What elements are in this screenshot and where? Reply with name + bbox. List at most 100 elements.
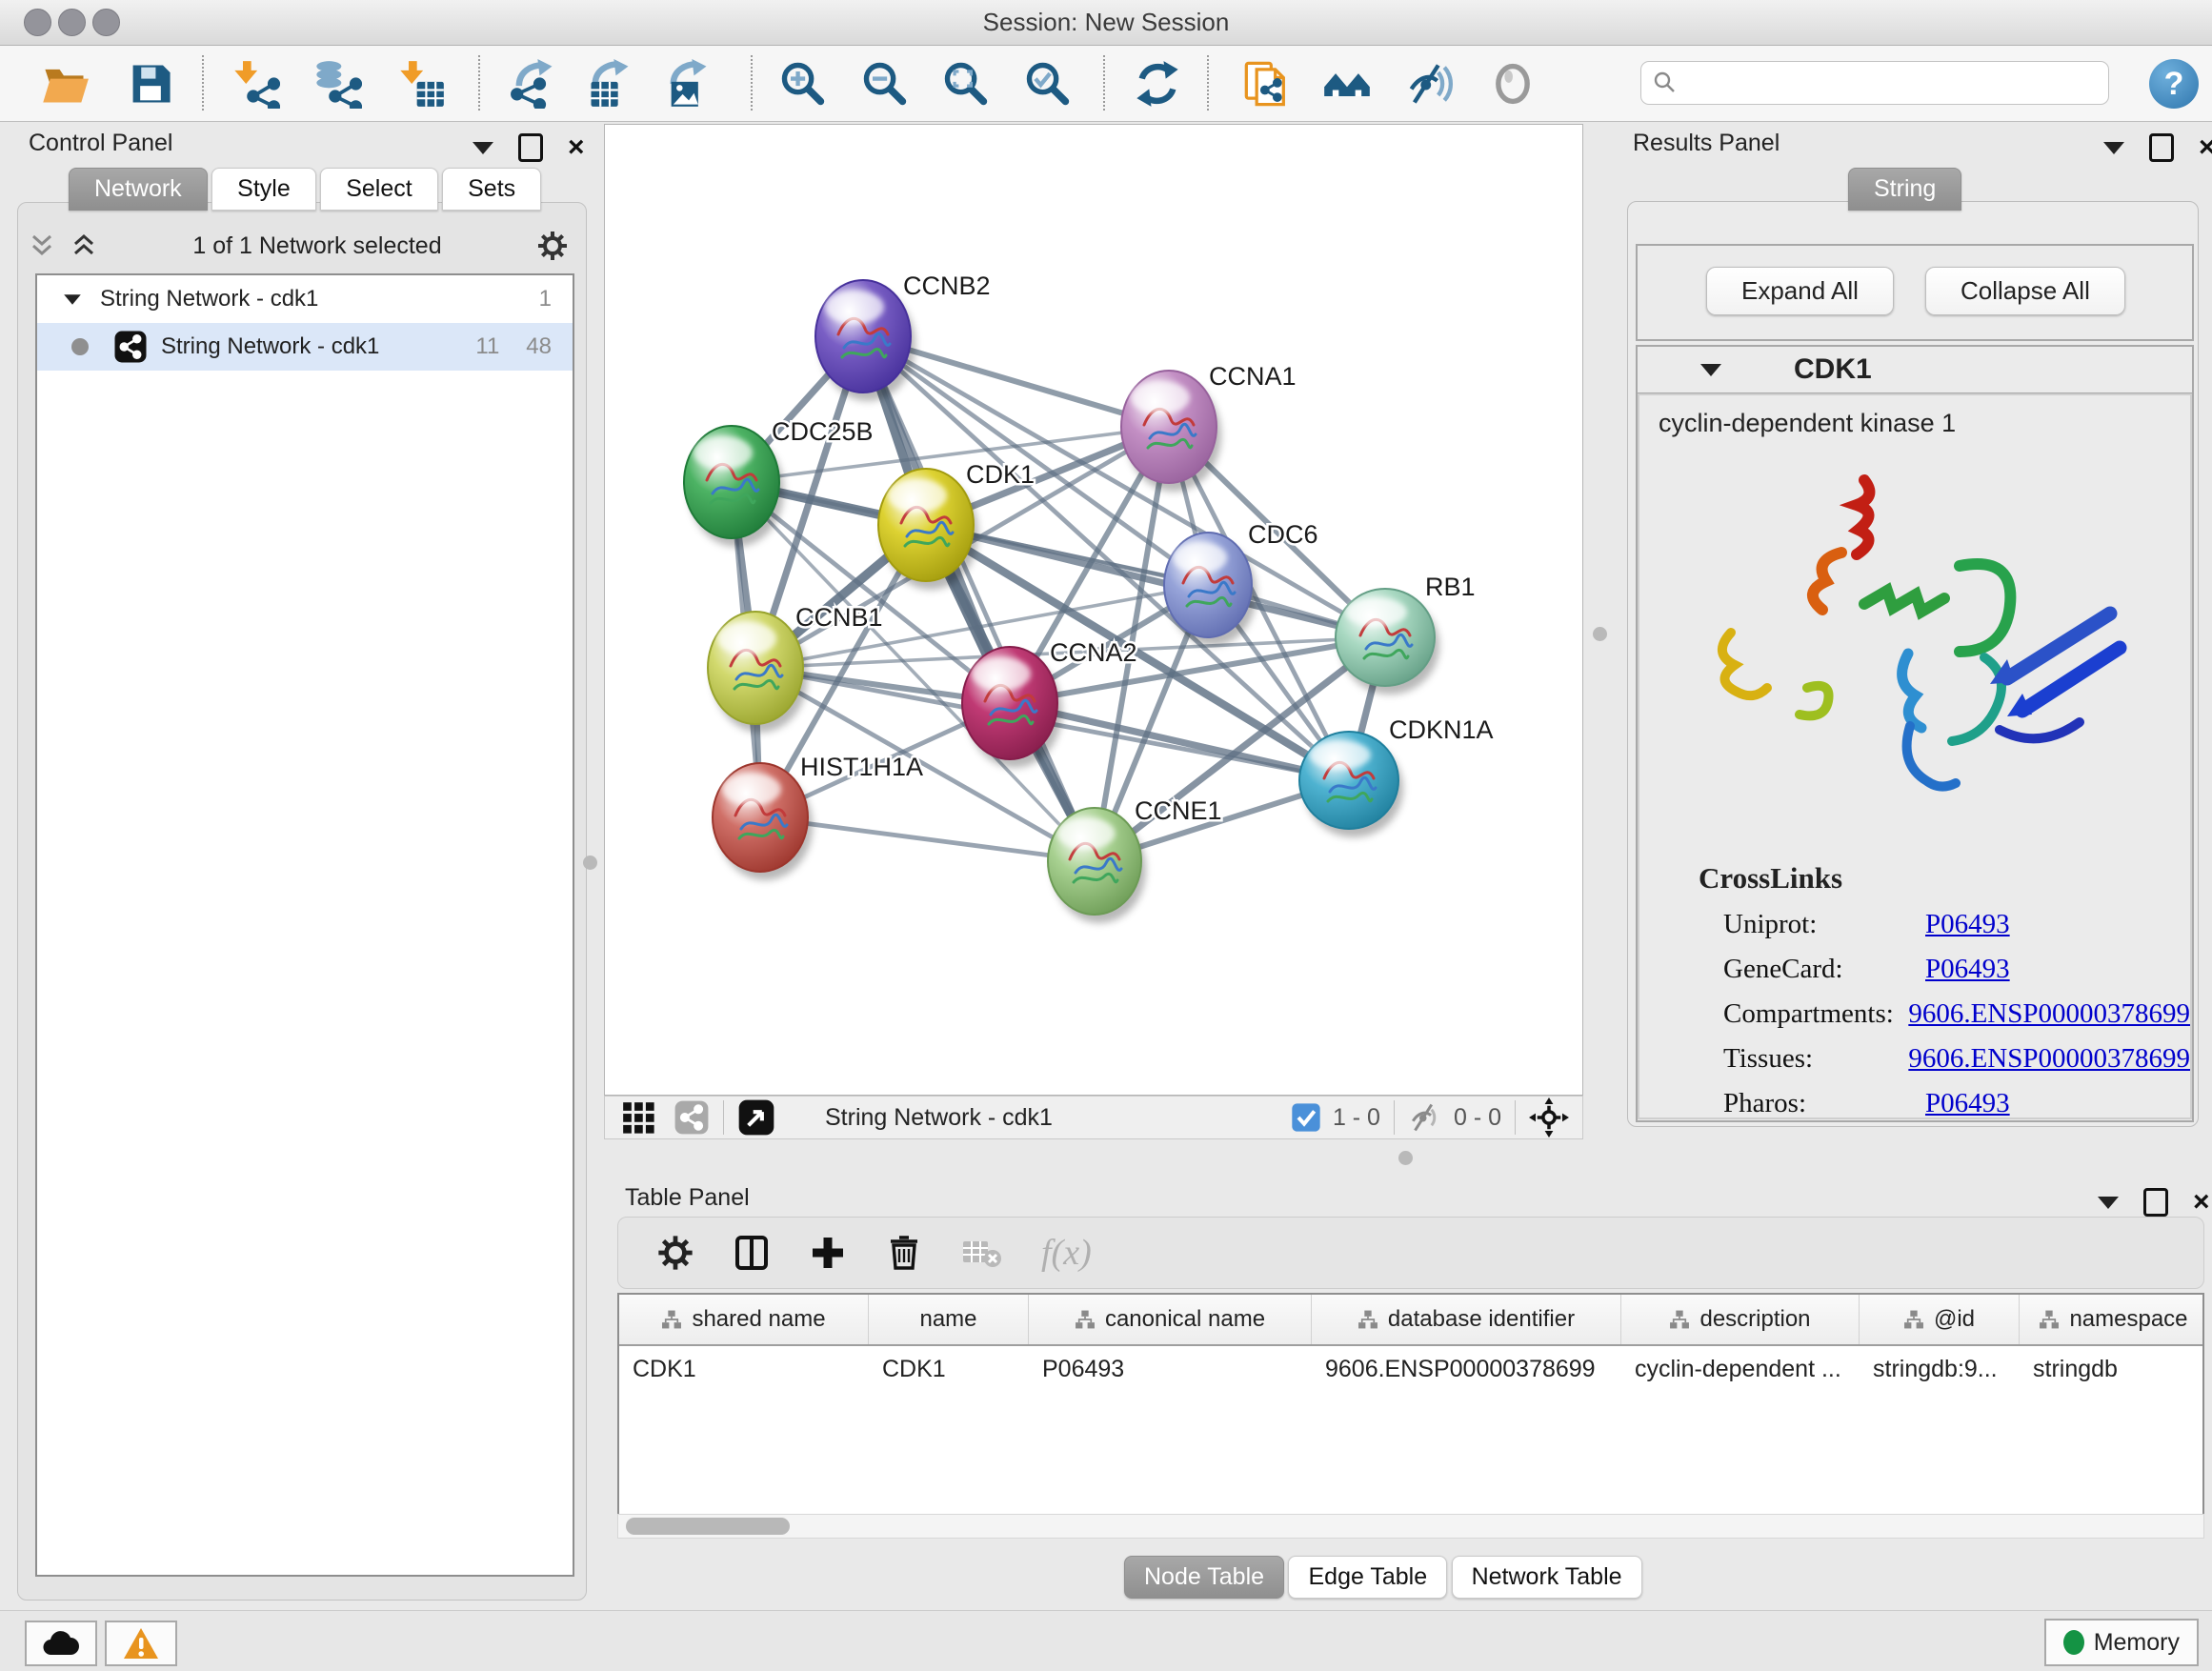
column-header-description[interactable]: description	[1621, 1295, 1860, 1344]
tab-style[interactable]: Style	[211, 168, 316, 211]
table-gear-icon[interactable]	[656, 1234, 694, 1272]
tab-node-table[interactable]: Node Table	[1124, 1556, 1284, 1599]
network-canvas[interactable]: CCNB2CCNA1CDC25BCDK1CDC6RB1CCNB1CCNA2CDK…	[604, 124, 1583, 1096]
expand-all-icon[interactable]	[70, 232, 98, 259]
crosslink-link[interactable]: 9606.ENSP00000378699	[1908, 998, 2190, 1030]
tab-network[interactable]: Network	[69, 168, 208, 211]
string-document-icon[interactable]	[1242, 59, 1292, 109]
network-node-hist1h1a[interactable]: HIST1H1A	[713, 753, 923, 880]
network-selection-row: 1 of 1 Network selected	[28, 224, 576, 268]
section-expander-icon[interactable]	[1700, 364, 1721, 376]
export-table-icon[interactable]	[585, 59, 634, 109]
gene-section-header[interactable]: CDK1	[1638, 347, 2192, 393]
network-row[interactable]: String Network - cdk1 11 48	[37, 323, 573, 371]
crosslink-link[interactable]: P06493	[1925, 954, 2010, 985]
tab-select[interactable]: Select	[320, 168, 437, 211]
tab-edge-table[interactable]: Edge Table	[1288, 1556, 1447, 1599]
panel-close-icon[interactable]: ×	[2199, 136, 2212, 159]
warnings-button[interactable]	[105, 1621, 177, 1666]
eye-icon[interactable]	[1488, 59, 1538, 109]
table-cell[interactable]: CDK1	[869, 1356, 1029, 1383]
tab-sets[interactable]: Sets	[442, 168, 541, 211]
panel-close-icon[interactable]: ×	[568, 136, 585, 159]
column-header-database-identifier[interactable]: database identifier	[1312, 1295, 1621, 1344]
export-network-icon[interactable]	[509, 59, 558, 109]
network-node-cdc25b[interactable]: CDC25B	[684, 417, 874, 547]
zoom-fit-icon[interactable]	[941, 59, 991, 109]
column-header-canonical-name[interactable]: canonical name	[1029, 1295, 1312, 1344]
hidden-eye-icon[interactable]	[1408, 1100, 1442, 1135]
network-node-ccnb1[interactable]: CCNB1	[708, 603, 883, 733]
network-node-ccna1[interactable]: CCNA1	[1121, 362, 1297, 492]
save-session-icon[interactable]	[126, 59, 175, 109]
network-node-rb1[interactable]: RB1	[1336, 573, 1476, 695]
delete-column-icon[interactable]	[885, 1234, 923, 1272]
help-icon[interactable]: ?	[2149, 59, 2199, 109]
selected-checkbox-icon[interactable]	[1291, 1102, 1321, 1133]
crosslink-link[interactable]: P06493	[1925, 909, 2010, 940]
tree-expander-icon[interactable]	[64, 294, 81, 304]
home-icon[interactable]	[1322, 59, 1372, 109]
network-edge[interactable]	[863, 336, 1095, 861]
panel-close-icon[interactable]: ×	[2193, 1191, 2210, 1214]
panel-float-icon[interactable]	[2103, 142, 2124, 154]
zoom-in-icon[interactable]	[778, 59, 828, 109]
tab-network-table[interactable]: Network Table	[1452, 1556, 1642, 1599]
show-columns-icon[interactable]	[733, 1234, 771, 1272]
export-image-icon[interactable]	[663, 59, 713, 109]
table-cell[interactable]: stringdb	[2020, 1356, 2204, 1383]
tab-string[interactable]: String	[1848, 168, 1961, 211]
node-table[interactable]: shared namenamecanonical namedatabase id…	[617, 1293, 2204, 1537]
table-cell[interactable]: stringdb:9...	[1860, 1356, 2020, 1383]
panel-maximize-icon[interactable]	[2149, 133, 2174, 162]
search-input[interactable]	[1640, 61, 2109, 105]
scrollbar-thumb[interactable]	[626, 1518, 790, 1535]
network-node-ccnb2[interactable]: CCNB2	[815, 272, 991, 401]
table-cell[interactable]: P06493	[1029, 1356, 1312, 1383]
expand-all-button[interactable]: Expand All	[1706, 267, 1894, 315]
network-collection-row[interactable]: String Network - cdk1 1	[37, 275, 573, 323]
network-node-cdk1[interactable]: CDK1	[878, 460, 1035, 590]
zoom-out-icon[interactable]	[860, 59, 910, 109]
import-network-file-icon[interactable]	[231, 59, 280, 109]
cloud-button[interactable]	[25, 1621, 97, 1666]
memory-button[interactable]: Memory	[2044, 1619, 2199, 1666]
panel-float-icon[interactable]	[2098, 1197, 2119, 1209]
add-column-icon[interactable]	[809, 1234, 847, 1272]
table-cell[interactable]: CDK1	[619, 1356, 869, 1383]
panel-float-icon[interactable]	[473, 142, 493, 154]
collapse-all-button[interactable]: Collapse All	[1925, 267, 2125, 315]
network-node-ccne1[interactable]: CCNE1	[1048, 796, 1222, 923]
bottom-splitter-handle[interactable]	[1398, 1151, 1413, 1165]
show-hide-graphics-icon[interactable]	[1404, 59, 1454, 109]
pan-crosshair-icon[interactable]	[1529, 1097, 1569, 1137]
table-cell[interactable]: 9606.ENSP00000378699	[1312, 1356, 1621, 1383]
panel-maximize-icon[interactable]	[518, 133, 543, 162]
table-cell[interactable]: cyclin-dependent ...	[1621, 1356, 1860, 1383]
left-splitter-handle[interactable]	[583, 856, 597, 870]
panel-maximize-icon[interactable]	[2143, 1188, 2168, 1217]
grid-view-icon[interactable]	[620, 1099, 656, 1136]
import-network-database-icon[interactable]	[312, 59, 362, 109]
network-node-cdkn1a[interactable]: CDKN1A	[1299, 715, 1494, 837]
crosslink-link[interactable]: 9606.ENSP00000378699	[1908, 1043, 2190, 1075]
birdseye-view-icon[interactable]	[737, 1098, 775, 1137]
network-graph[interactable]: CCNB2CCNA1CDC25BCDK1CDC6RB1CCNB1CCNA2CDK…	[605, 125, 1582, 1095]
crosslink-link[interactable]: P06493	[1925, 1088, 2010, 1119]
zoom-selected-icon[interactable]	[1023, 59, 1073, 109]
import-table-file-icon[interactable]	[396, 59, 446, 109]
column-header-shared-name[interactable]: shared name	[619, 1295, 869, 1344]
column-header-namespace[interactable]: namespace	[2020, 1295, 2204, 1344]
column-header-name[interactable]: name	[869, 1295, 1029, 1344]
table-row[interactable]: CDK1CDK1P064939606.ENSP00000378699cyclin…	[619, 1346, 2202, 1392]
column-header--id[interactable]: @id	[1860, 1295, 2020, 1344]
collapse-all-icon[interactable]	[28, 232, 56, 259]
toolbar-separator	[1515, 1100, 1516, 1135]
network-view-share-icon[interactable]	[674, 1099, 710, 1136]
network-node-ccna2[interactable]: CCNA2	[962, 638, 1137, 768]
open-file-icon[interactable]	[40, 59, 90, 109]
refresh-icon[interactable]	[1133, 59, 1182, 109]
right-splitter-handle[interactable]	[1593, 627, 1607, 641]
table-horizontal-scrollbar[interactable]	[617, 1514, 2204, 1539]
gear-icon[interactable]	[536, 230, 569, 262]
